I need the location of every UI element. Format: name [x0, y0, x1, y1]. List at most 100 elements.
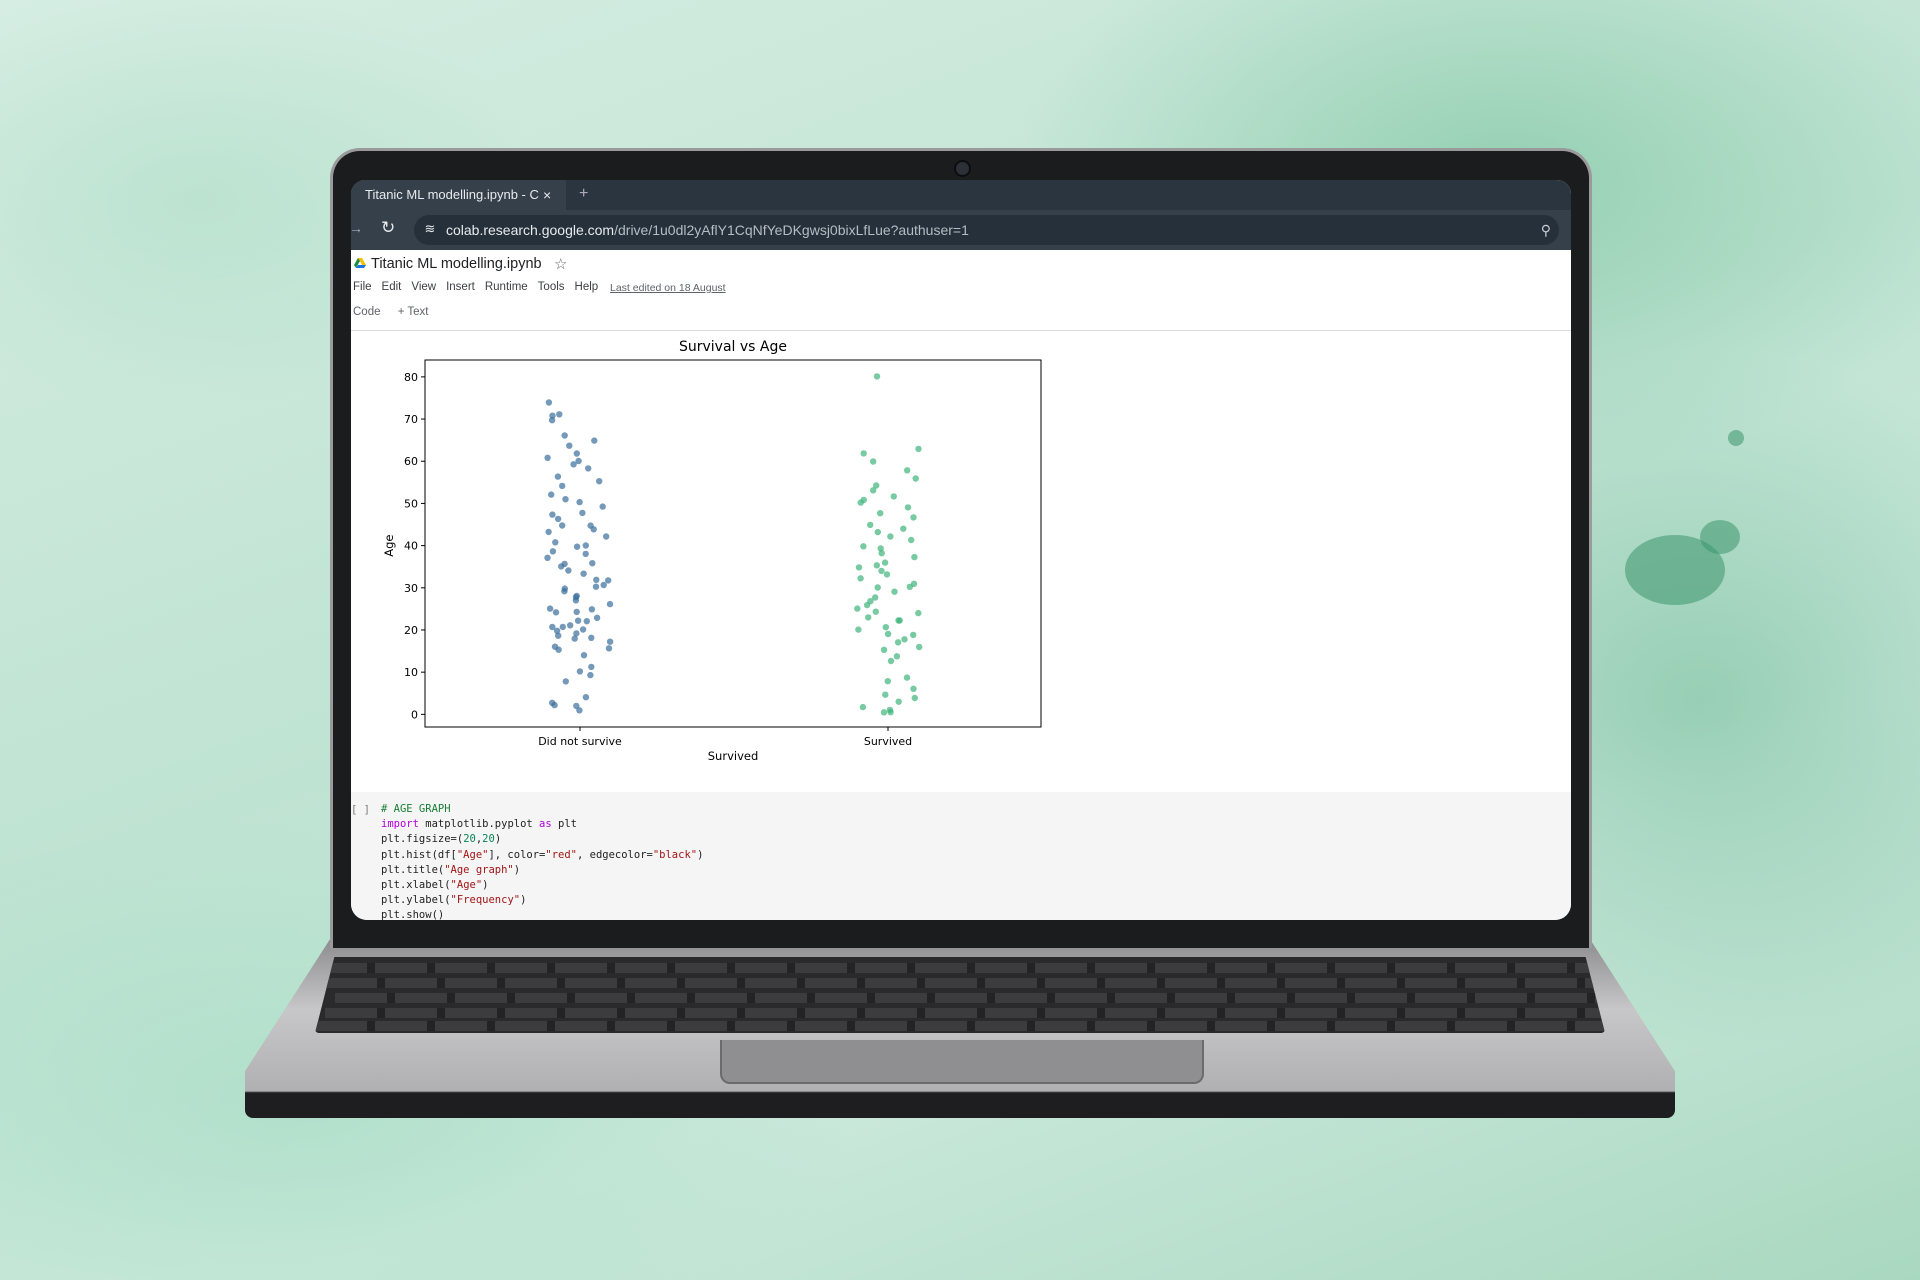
data-point [867, 521, 874, 529]
data-point [904, 504, 912, 511]
data-point [548, 491, 555, 498]
data-point [874, 528, 881, 536]
site-settings-icon[interactable]: ≋ [422, 221, 438, 237]
data-point [911, 553, 918, 561]
data-point [556, 411, 563, 418]
menu-edit[interactable]: Edit [382, 281, 402, 293]
close-icon[interactable]: × [543, 180, 551, 210]
data-point [574, 617, 582, 624]
code-editor[interactable]: # AGE GRAPH import matplotlib.pyplot as … [381, 802, 703, 920]
new-tab-icon[interactable]: + [579, 180, 588, 208]
notebook-title[interactable]: Titanic ML modelling.ipynb [371, 256, 542, 272]
data-point [549, 699, 556, 706]
data-point [878, 567, 885, 575]
data-point [573, 608, 580, 616]
data-point [893, 653, 901, 660]
code-line: plt.figsize=(20,20) [381, 833, 502, 846]
data-point [587, 671, 594, 679]
star-icon[interactable]: ☆ [554, 255, 567, 273]
data-point [880, 646, 888, 653]
last-edited-link[interactable]: Last edited on 18 August [610, 282, 726, 294]
chart: Survival vs Age 0 10 20 30 40 50 60 70 80 Did not … [382, 339, 1042, 763]
menu-view[interactable]: View [411, 281, 436, 293]
data-point [573, 592, 580, 600]
data-point [873, 562, 880, 569]
add-text-button[interactable]: + Text [398, 306, 429, 318]
data-point [589, 560, 596, 567]
data-point [573, 702, 580, 710]
data-point [915, 609, 922, 617]
data-point [883, 571, 891, 578]
data-point [855, 626, 862, 633]
data-point [915, 445, 922, 453]
data-point [588, 663, 595, 671]
data-point [900, 525, 907, 532]
data-point [874, 584, 881, 591]
y-axis-label: Age [382, 534, 396, 556]
data-point [881, 559, 889, 566]
data-point [593, 576, 600, 583]
data-point [908, 536, 915, 544]
menu-bar: File Edit View Insert Runtime Tools Help [353, 281, 608, 293]
data-point [575, 457, 582, 465]
menu-help[interactable]: Help [575, 281, 599, 293]
reload-icon[interactable]: ↻ [381, 218, 395, 238]
code-cell[interactable]: [ ] # AGE GRAPH import matplotlib.pyplot… [351, 792, 1571, 920]
x-tick-label: Survived [864, 735, 912, 748]
data-point [872, 608, 879, 615]
address-bar: → ↻ ≋ colab.research.google.com/drive/1u… [351, 210, 1571, 250]
y-tick-label: 40 [404, 540, 418, 553]
data-point [544, 554, 551, 561]
menu-insert[interactable]: Insert [446, 281, 475, 293]
code-line: plt.title("Age graph") [381, 863, 521, 876]
code-line: plt.ylabel("Frequency") [381, 894, 527, 907]
data-point [865, 614, 872, 621]
data-point [890, 493, 897, 500]
cell-toolbar: Code + Text [353, 306, 443, 318]
run-cell-button[interactable]: [ ] [351, 804, 370, 816]
data-point [887, 533, 894, 540]
data-point [903, 674, 911, 681]
menu-tools[interactable]: Tools [538, 281, 565, 293]
data-point [588, 634, 595, 641]
data-point [561, 432, 568, 439]
data-point [910, 514, 917, 521]
webcam [954, 160, 971, 177]
tab-bar: Titanic ML modelling.ipynb - C × + [351, 180, 1571, 210]
data-point [911, 694, 918, 702]
data-point [561, 560, 568, 568]
data-point [596, 478, 603, 485]
data-point [567, 622, 574, 629]
forward-icon[interactable]: → [351, 220, 363, 236]
data-point [552, 539, 559, 546]
data-point [561, 585, 568, 592]
x-axis-label: Survived [708, 749, 759, 763]
data-point [585, 465, 592, 472]
y-tick-label: 20 [404, 624, 418, 637]
menu-runtime[interactable]: Runtime [485, 281, 528, 293]
data-point [884, 678, 891, 685]
tab-colab[interactable]: Titanic ML modelling.ipynb - C [351, 180, 566, 210]
url-text: colab.research.google.com/drive/1u0dl2yA… [446, 222, 969, 238]
data-point [582, 550, 589, 558]
data-point [580, 652, 588, 659]
x-tick-label: Did not survive [538, 735, 622, 748]
plot-frame [424, 359, 1042, 728]
data-point [910, 685, 917, 692]
add-code-button[interactable]: Code [353, 306, 381, 318]
code-line: plt.show() [381, 909, 445, 920]
data-point [582, 694, 590, 701]
y-tick-label: 30 [404, 582, 418, 595]
url-input[interactable]: ≋ colab.research.google.com/drive/1u0dl2… [414, 215, 1559, 245]
zoom-icon[interactable]: ⚲ [1541, 222, 1551, 239]
data-point [545, 399, 553, 406]
data-point [552, 609, 560, 616]
data-point [854, 605, 861, 612]
data-point [591, 437, 598, 444]
data-point [605, 577, 612, 584]
data-point [912, 475, 919, 482]
data-point [562, 678, 569, 685]
data-point [554, 515, 562, 523]
menu-file[interactable]: File [353, 281, 372, 293]
data-point [587, 522, 594, 529]
